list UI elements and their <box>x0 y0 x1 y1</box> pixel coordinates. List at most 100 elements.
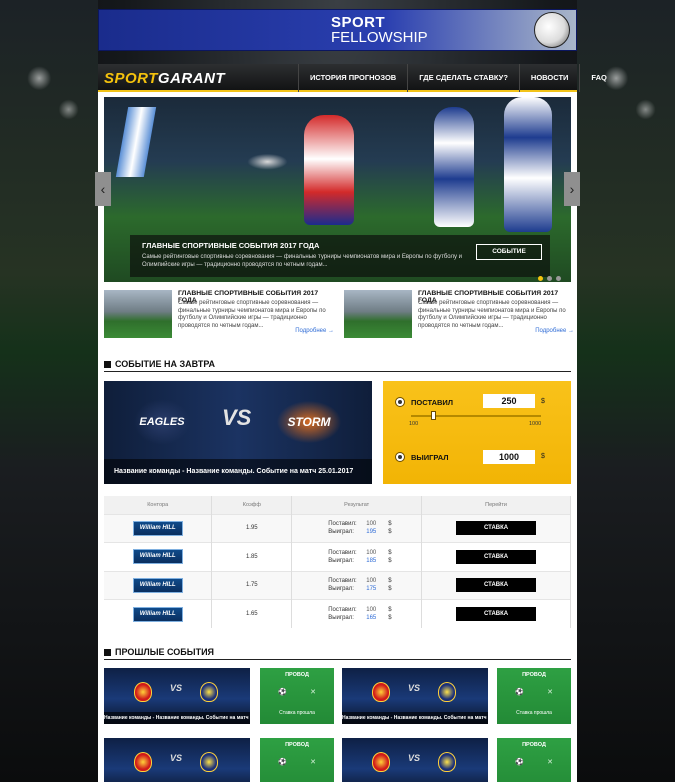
column-header: Контора <box>104 496 213 514</box>
news-more-label[interactable]: Подробнее <box>295 328 326 334</box>
currency-label: $ <box>388 578 392 585</box>
nav-item-news[interactable]: НОВОСТИ <box>518 64 580 92</box>
currency-label: $ <box>541 398 545 405</box>
ball-icon: ⚽ <box>278 759 287 766</box>
past-status-card[interactable]: ПРОВОД ⚽ ✕ Ставка прошла <box>260 668 334 724</box>
bookie-cell: William HILL <box>104 570 213 600</box>
result-win-value: 165 <box>366 615 377 621</box>
stake-button[interactable]: СТАВКА <box>456 549 537 564</box>
coef-cell: 1.65 <box>211 599 293 628</box>
square-bullet-icon <box>104 361 111 368</box>
team-logo-eagles: EAGLES <box>134 399 190 445</box>
arrow-right-icon: → <box>328 328 334 334</box>
result-cell: Поставил: 100 $ Выиграл: 185 $ <box>291 542 423 571</box>
team-crest-icon <box>438 752 456 772</box>
news-list: ГЛАВНЫЕ СПОРТИВНЫЕ СОБЫТИЯ 2017 ГОДА Сам… <box>104 290 574 338</box>
currency-label: $ <box>388 549 392 556</box>
team-crest-icon <box>200 752 218 772</box>
result-bet-value: 100 <box>366 549 377 556</box>
news-more-link[interactable]: Подробнее → <box>535 328 574 334</box>
action-cell: СТАВКА <box>421 599 571 628</box>
bookie-logo[interactable]: William HILL <box>132 606 183 622</box>
past-status-text: Ставка прошла <box>516 710 552 716</box>
slider-prev-button[interactable]: ‹ <box>95 172 111 206</box>
player-red-image <box>304 115 354 225</box>
vs-label: VS <box>408 683 421 693</box>
bet-amount-input[interactable] <box>483 394 535 408</box>
stake-button[interactable]: СТАВКА <box>456 521 537 536</box>
section-title: ПРОШЛЫЕ СОБЫТИЯ <box>115 647 215 657</box>
past-status-card[interactable]: ПРОВОД ⚽ ✕ <box>260 738 334 782</box>
page-container: SPORT FELLOWSHIP SPORTGARANT ИСТОРИЯ ПРО… <box>98 0 607 782</box>
ad-banner[interactable]: SPORT FELLOWSHIP <box>98 9 577 51</box>
past-match-banner[interactable]: VS Название команды - Название команды. … <box>342 668 488 724</box>
past-match-banner[interactable]: VS Название команды - Название команды. … <box>104 668 250 724</box>
player-blue-image <box>434 107 474 227</box>
soccer-ball-icon <box>534 12 570 48</box>
news-more-label[interactable]: Подробнее <box>535 328 566 334</box>
result-bet-value: 100 <box>366 578 377 585</box>
cross-icon: ✕ <box>547 759 553 766</box>
corner-flag-image <box>115 107 157 177</box>
past-match-banner[interactable]: VS <box>104 738 250 782</box>
news-description: Самые рейтинговые спортивные соревновани… <box>178 300 326 329</box>
section-heading-tomorrow: СОБЫТИЕ НА ЗАВТРА <box>104 358 571 372</box>
cross-icon: ✕ <box>547 689 553 696</box>
bookie-logo[interactable]: William HILL <box>132 520 183 536</box>
nav-menu: ИСТОРИЯ ПРОГНОЗОВ ГДЕ СДЕЛАТЬ СТАВКУ? НО… <box>298 64 618 92</box>
odds-table: Контора Коэфф Результат Перейти William … <box>104 496 571 628</box>
nav-item-history[interactable]: ИСТОРИЯ ПРОГНОЗОВ <box>298 64 407 92</box>
site-logo[interactable]: SPORTGARANT <box>104 70 225 87</box>
win-label: ВЫИГРАЛ <box>411 453 449 462</box>
team-crest-icon <box>134 682 152 702</box>
past-status-icons: ⚽ ✕ <box>278 688 316 696</box>
radio-bet[interactable] <box>395 397 405 407</box>
hero-event-button[interactable]: СОБЫТИЕ <box>476 244 542 260</box>
slider-dot-1[interactable] <box>538 276 543 281</box>
ball-icon: ⚽ <box>515 759 524 766</box>
result-win-value: 175 <box>366 586 377 593</box>
past-status-text: Ставка прошла <box>279 710 315 716</box>
tomorrow-match-banner[interactable]: EAGLES VS STORM Название команды - Назва… <box>104 381 372 484</box>
ball-icon: ⚽ <box>515 689 524 696</box>
bookie-logo[interactable]: William HILL <box>132 549 183 565</box>
coef-cell: 1.75 <box>211 570 293 600</box>
past-status-title: ПРОВОД <box>522 672 546 678</box>
news-more-link[interactable]: Подробнее → <box>295 328 334 334</box>
news-card[interactable]: ГЛАВНЫЕ СПОРТИВНЫЕ СОБЫТИЯ 2017 ГОДА Сам… <box>104 290 334 338</box>
news-thumbnail[interactable] <box>344 290 412 338</box>
past-match-banner[interactable]: VS <box>342 738 488 782</box>
news-card[interactable]: ГЛАВНЫЕ СПОРТИВНЫЕ СОБЫТИЯ 2017 ГОДА Сам… <box>344 290 574 338</box>
result-bet-value: 100 <box>366 521 377 528</box>
win-amount-input[interactable] <box>483 450 535 464</box>
result-cell: Поставил: 100 $ Выиграл: 165 $ <box>291 599 423 628</box>
slider-next-button[interactable]: › <box>564 172 580 206</box>
past-status-title: ПРОВОД <box>522 742 546 748</box>
bet-label: ПОСТАВИЛ <box>411 398 454 407</box>
vs-label: VS <box>170 753 183 763</box>
bet-slider-handle[interactable] <box>430 411 436 420</box>
slider-dot-3[interactable] <box>556 276 561 281</box>
currency-label: $ <box>388 557 392 564</box>
result-cell: Поставил: 100 $ Выиграл: 195 $ <box>291 513 423 543</box>
table-row: William HILL 1.85 Поставил: 100 $ Выиграл:… <box>104 542 571 571</box>
stake-button[interactable]: СТАВКА <box>456 578 537 593</box>
slider-dots <box>538 276 561 281</box>
cross-icon: ✕ <box>310 759 316 766</box>
result-win-label: Выиграл: <box>328 557 354 564</box>
bookie-cell: William HILL <box>104 599 213 628</box>
result-bet-value: 100 <box>366 607 377 613</box>
currency-label: $ <box>388 521 392 528</box>
stake-button[interactable]: СТАВКА <box>456 607 537 621</box>
result-bet-label: Поставил: <box>328 549 357 556</box>
past-status-card[interactable]: ПРОВОД ⚽ ✕ Ставка прошла <box>497 668 571 724</box>
main-nav: SPORTGARANT ИСТОРИЯ ПРОГНОЗОВ ГДЕ СДЕЛАТ… <box>98 64 607 92</box>
slider-dot-2[interactable] <box>547 276 552 281</box>
news-thumbnail[interactable] <box>104 290 172 338</box>
nav-item-where-to-bet[interactable]: ГДЕ СДЕЛАТЬ СТАВКУ? <box>407 64 519 92</box>
radio-win[interactable] <box>395 452 405 462</box>
bookie-logo[interactable]: William HILL <box>132 577 183 593</box>
past-status-card[interactable]: ПРОВОД ⚽ ✕ <box>497 738 571 782</box>
cross-icon: ✕ <box>310 689 316 696</box>
nav-item-faq[interactable]: FAQ <box>579 64 617 92</box>
